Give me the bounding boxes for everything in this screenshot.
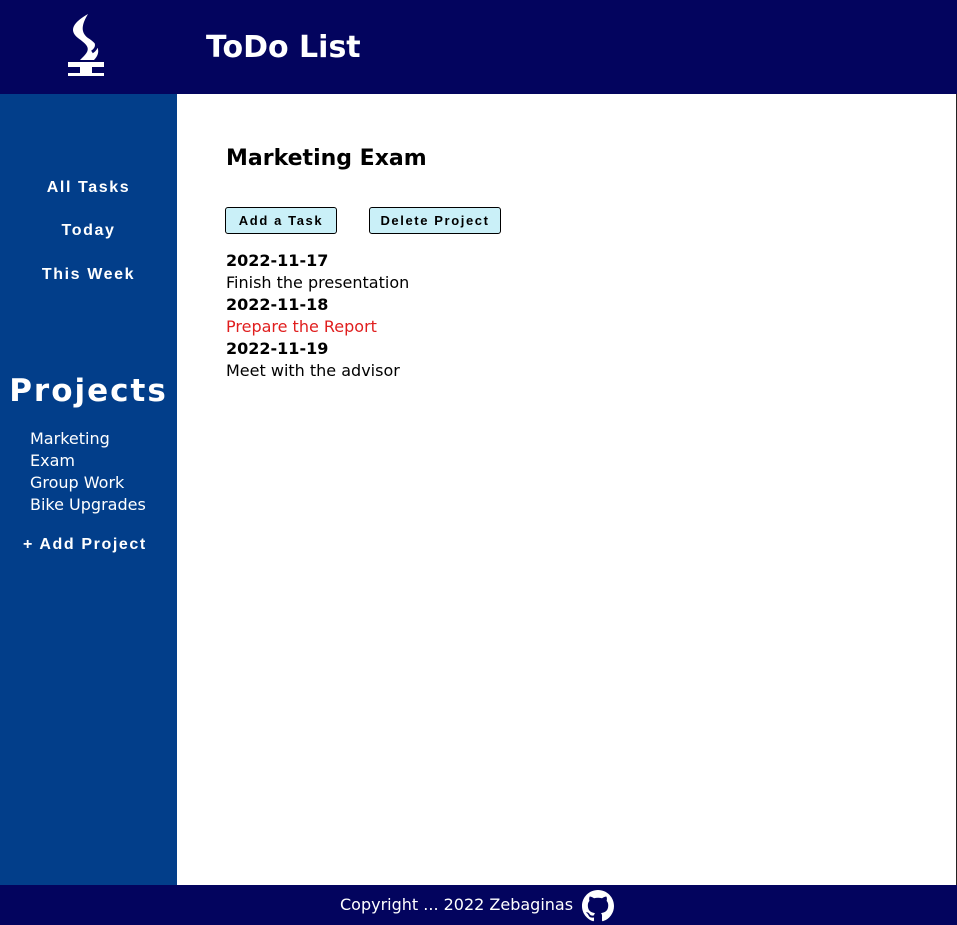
- add-task-button[interactable]: Add a Task: [225, 207, 337, 234]
- add-project-button[interactable]: + Add Project: [23, 535, 147, 555]
- task-item: 2022-11-17 Finish the presentation: [226, 250, 726, 294]
- task-title[interactable]: Finish the presentation: [226, 272, 726, 294]
- nav-all-tasks[interactable]: All Tasks: [0, 178, 177, 198]
- projects-heading: Projects: [9, 373, 168, 409]
- task-list: 2022-11-17 Finish the presentation 2022-…: [226, 250, 726, 382]
- delete-project-button[interactable]: Delete Project: [369, 207, 501, 234]
- task-title[interactable]: Prepare the Report: [226, 316, 726, 338]
- task-title[interactable]: Meet with the advisor: [226, 360, 726, 382]
- main-content: Marketing Exam Add a Task Delete Project…: [177, 94, 956, 885]
- task-date: 2022-11-18: [226, 295, 329, 314]
- task-date: 2022-11-17: [226, 251, 329, 270]
- project-item-bike-upgrades[interactable]: Bike Upgrades: [30, 494, 170, 516]
- app-header: ToDo List: [0, 0, 957, 94]
- app-footer: Copyright ... 2022 Zebaginas: [0, 885, 957, 925]
- nav-today[interactable]: Today: [0, 221, 177, 241]
- task-item: 2022-11-19 Meet with the advisor: [226, 338, 726, 382]
- app-title: ToDo List: [206, 30, 361, 65]
- github-icon[interactable]: [582, 890, 614, 922]
- sidebar: All Tasks Today This Week Projects Marke…: [0, 94, 177, 885]
- project-item-marketing[interactable]: Marketing: [30, 428, 170, 450]
- project-item-group-work[interactable]: Group Work: [30, 472, 170, 494]
- task-date: 2022-11-19: [226, 339, 329, 358]
- nav-this-week[interactable]: This Week: [0, 265, 177, 285]
- project-list: Marketing Exam Group Work Bike Upgrades: [30, 428, 170, 516]
- project-item-exam[interactable]: Exam: [30, 450, 170, 472]
- task-item: 2022-11-18 Prepare the Report: [226, 294, 726, 338]
- torch-logo-icon: [68, 14, 104, 76]
- copyright-text: Copyright ... 2022 Zebaginas: [340, 895, 574, 914]
- project-title: Marketing Exam: [226, 146, 427, 171]
